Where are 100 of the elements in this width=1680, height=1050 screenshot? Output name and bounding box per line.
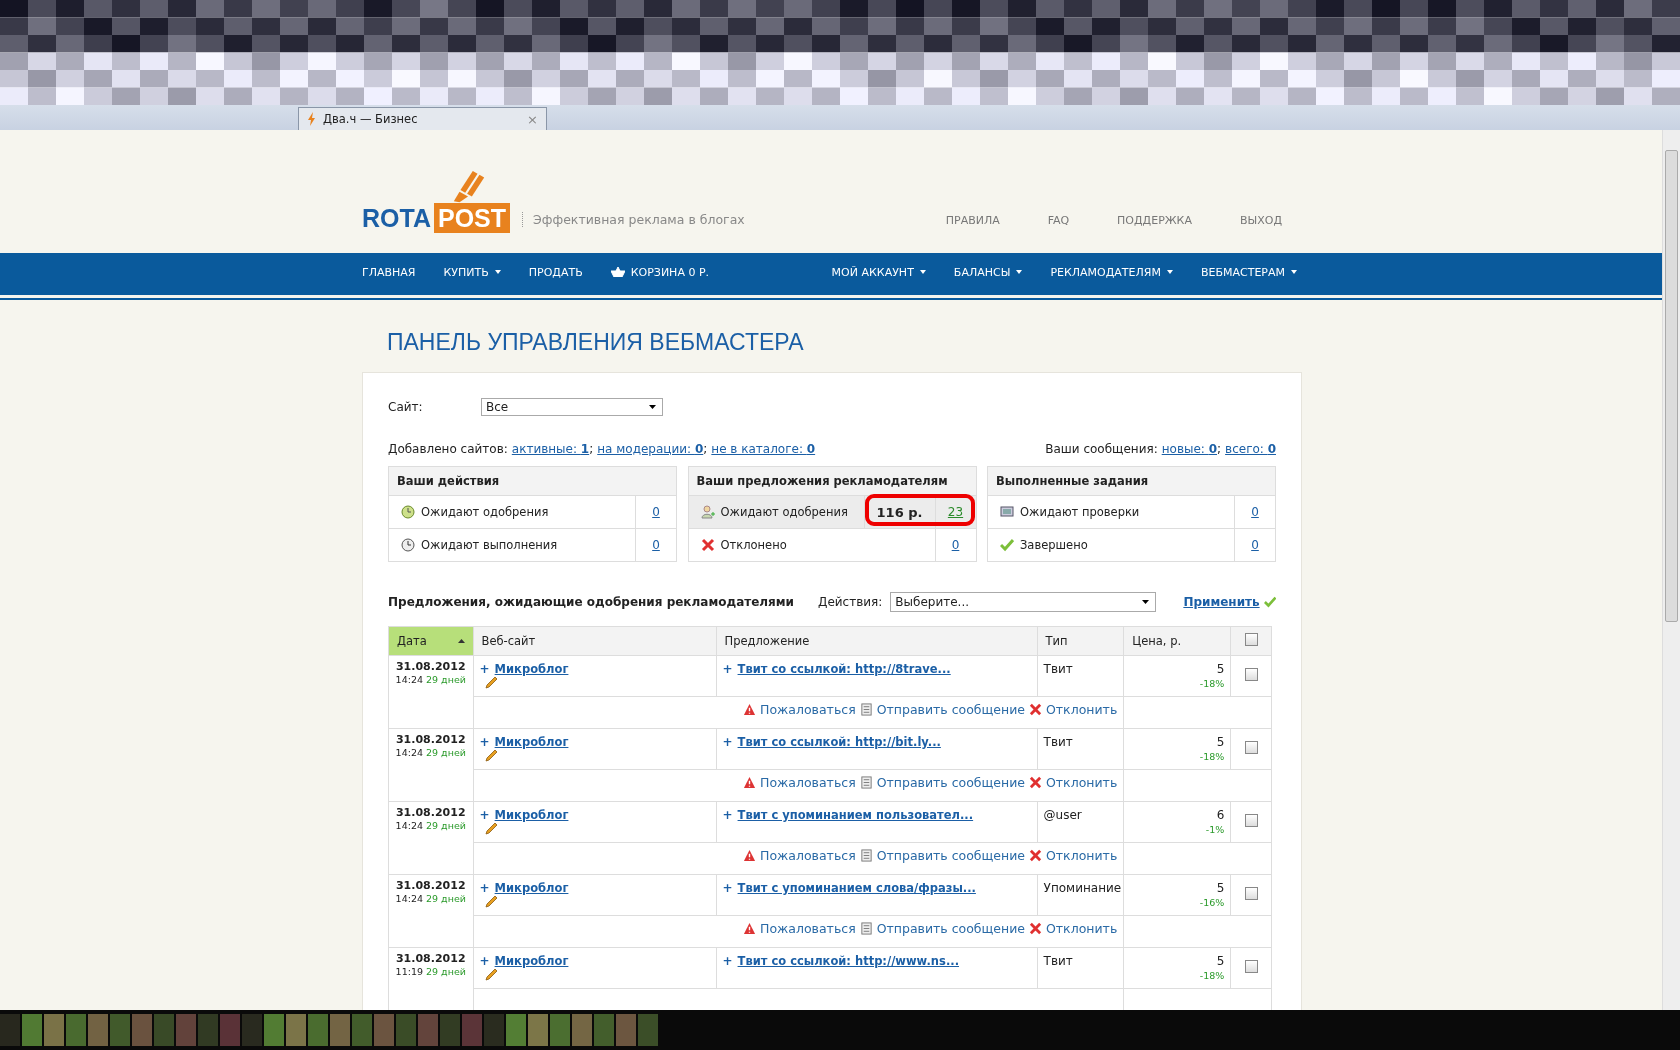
- separator: ;: [589, 442, 594, 456]
- nav-item[interactable]: МОЙ АККАУНТ: [831, 265, 926, 279]
- site-link[interactable]: Микроблог: [494, 808, 569, 822]
- warning-icon: [743, 703, 756, 716]
- date-text: 31.08.2012: [394, 806, 467, 819]
- clock-icon: [401, 505, 415, 519]
- expand-toggle[interactable]: +: [722, 808, 733, 822]
- offer-link[interactable]: Твит со ссылкой: http://www.ns...: [737, 954, 959, 968]
- site-link[interactable]: Микроблог: [494, 954, 569, 968]
- scroll-thumb[interactable]: [1665, 150, 1678, 622]
- apply-link[interactable]: Применить: [1183, 595, 1260, 609]
- site-link[interactable]: Микроблог: [494, 662, 569, 676]
- count-link[interactable]: 0: [652, 538, 660, 552]
- expand-toggle[interactable]: +: [479, 808, 490, 822]
- count-link[interactable]: 0: [652, 505, 660, 519]
- row-action-link[interactable]: Отправить сообщение: [859, 848, 1025, 863]
- logo[interactable]: ROTA POST: [362, 169, 511, 233]
- column-header[interactable]: Дата: [388, 626, 474, 656]
- price-text: 5: [1215, 954, 1225, 968]
- expand-toggle[interactable]: +: [722, 662, 733, 676]
- count-link[interactable]: 0: [1251, 538, 1259, 552]
- price-text: 5: [1215, 735, 1225, 749]
- scrollbar[interactable]: [1662, 130, 1680, 1010]
- row-action-link[interactable]: Отправить сообщение: [859, 702, 1025, 717]
- expand-toggle[interactable]: +: [722, 881, 733, 895]
- expand-toggle[interactable]: +: [479, 881, 490, 895]
- monitor-icon: [1000, 505, 1014, 519]
- expand-toggle[interactable]: +: [479, 662, 490, 676]
- caret-icon: [1016, 270, 1023, 274]
- caret-icon: [494, 270, 501, 274]
- site-link[interactable]: Микроблог: [494, 881, 569, 895]
- pencil-icon[interactable]: [483, 822, 498, 836]
- count-link[interactable]: 23: [947, 505, 964, 519]
- row-action-link[interactable]: Отклонить: [1029, 702, 1118, 717]
- section-title: Предложения, ожидающие одобрения рекламодателями: [388, 595, 795, 609]
- cross-icon: [1029, 849, 1042, 862]
- checkbox[interactable]: [1244, 668, 1258, 681]
- expand-toggle[interactable]: +: [722, 735, 733, 749]
- offer-link[interactable]: Твит с упоминанием пользовател...: [737, 808, 974, 822]
- row-action-link[interactable]: Пожаловаться: [743, 921, 856, 936]
- price-text: 5: [1215, 662, 1225, 676]
- row-action-link[interactable]: Пожаловаться: [743, 702, 856, 717]
- summary-link[interactable]: всего: 0: [1225, 442, 1276, 456]
- pencil-icon[interactable]: [483, 895, 498, 909]
- document-icon: [859, 922, 873, 935]
- checkbox[interactable]: [1244, 633, 1258, 646]
- row-action-link[interactable]: Отклонить: [1029, 921, 1118, 936]
- nav-item[interactable]: РЕКЛАМОДАТЕЛЯМ: [1050, 265, 1173, 279]
- browser-tab[interactable]: Два.ч — Бизнес ×: [298, 107, 547, 130]
- row-action-link[interactable]: Пожаловаться: [743, 775, 856, 790]
- nav-item[interactable]: БАЛАНСЫ: [953, 265, 1023, 279]
- expand-toggle[interactable]: +: [722, 954, 733, 968]
- pencil-icon[interactable]: [483, 968, 498, 982]
- time-text: 14:24: [395, 820, 423, 831]
- count-link[interactable]: 0: [1251, 505, 1259, 519]
- status-label: Отклонено: [720, 538, 787, 552]
- header-link[interactable]: ПОДДЕРЖКА: [1117, 214, 1192, 227]
- header-link[interactable]: FAQ: [1047, 214, 1070, 227]
- status-label: Ожидают одобрения: [720, 505, 848, 519]
- cross-icon: [1029, 776, 1042, 789]
- summary-link[interactable]: не в каталоге: 0: [711, 442, 816, 456]
- column-header[interactable]: Тип: [1037, 626, 1124, 656]
- column-header[interactable]: Цена, р.: [1123, 626, 1231, 656]
- site-select[interactable]: Все: [481, 398, 663, 416]
- nav-item[interactable]: КОРЗИНА 0 Р.: [610, 265, 710, 279]
- separator: ;: [703, 442, 708, 456]
- checkbox[interactable]: [1244, 960, 1258, 973]
- time-text: 14:24: [395, 674, 423, 685]
- column-header[interactable]: Веб-сайт: [473, 626, 716, 656]
- status-label: Ожидают одобрения: [421, 505, 549, 519]
- header-link[interactable]: ПРАВИЛА: [945, 214, 1000, 227]
- row-action-link[interactable]: Отправить сообщение: [859, 921, 1025, 936]
- check-icon: [1000, 538, 1014, 552]
- offer-link[interactable]: Твит со ссылкой: http://bit.ly...: [737, 735, 941, 749]
- offer-link[interactable]: Твит с упоминанием слова/фразы...: [737, 881, 976, 895]
- count-link[interactable]: 0: [951, 538, 960, 552]
- offer-link[interactable]: Твит со ссылкой: http://8trave...: [737, 662, 951, 676]
- checkbox[interactable]: [1244, 814, 1258, 827]
- nav-item[interactable]: ГЛАВНАЯ: [362, 265, 416, 279]
- nav-item[interactable]: ВЕБМАСТЕРАМ: [1200, 265, 1297, 279]
- site-link[interactable]: Микроблог: [494, 735, 569, 749]
- time-text: 11:19: [395, 966, 423, 977]
- row-action-link[interactable]: Отклонить: [1029, 848, 1118, 863]
- expand-toggle[interactable]: +: [479, 954, 490, 968]
- nav-item[interactable]: КУПИТЬ: [443, 265, 501, 279]
- column-header[interactable]: Предложение: [716, 626, 1038, 656]
- header-link[interactable]: ВЫХОД: [1239, 214, 1282, 227]
- row-action-link[interactable]: Отправить сообщение: [859, 775, 1025, 790]
- expand-toggle[interactable]: +: [479, 735, 490, 749]
- document-icon: [859, 849, 873, 862]
- pencil-icon[interactable]: [483, 749, 498, 763]
- nav-item[interactable]: ПРОДАТЬ: [528, 265, 583, 279]
- checkbox[interactable]: [1244, 887, 1258, 900]
- row-action-link[interactable]: Пожаловаться: [743, 848, 856, 863]
- age-text: 29 дней: [426, 747, 466, 758]
- pencil-icon[interactable]: [483, 676, 498, 690]
- discount-text: -16%: [1198, 897, 1225, 908]
- checkbox[interactable]: [1244, 741, 1258, 754]
- row-action-link[interactable]: Отклонить: [1029, 775, 1118, 790]
- actions-select[interactable]: Выберите...: [890, 592, 1157, 612]
